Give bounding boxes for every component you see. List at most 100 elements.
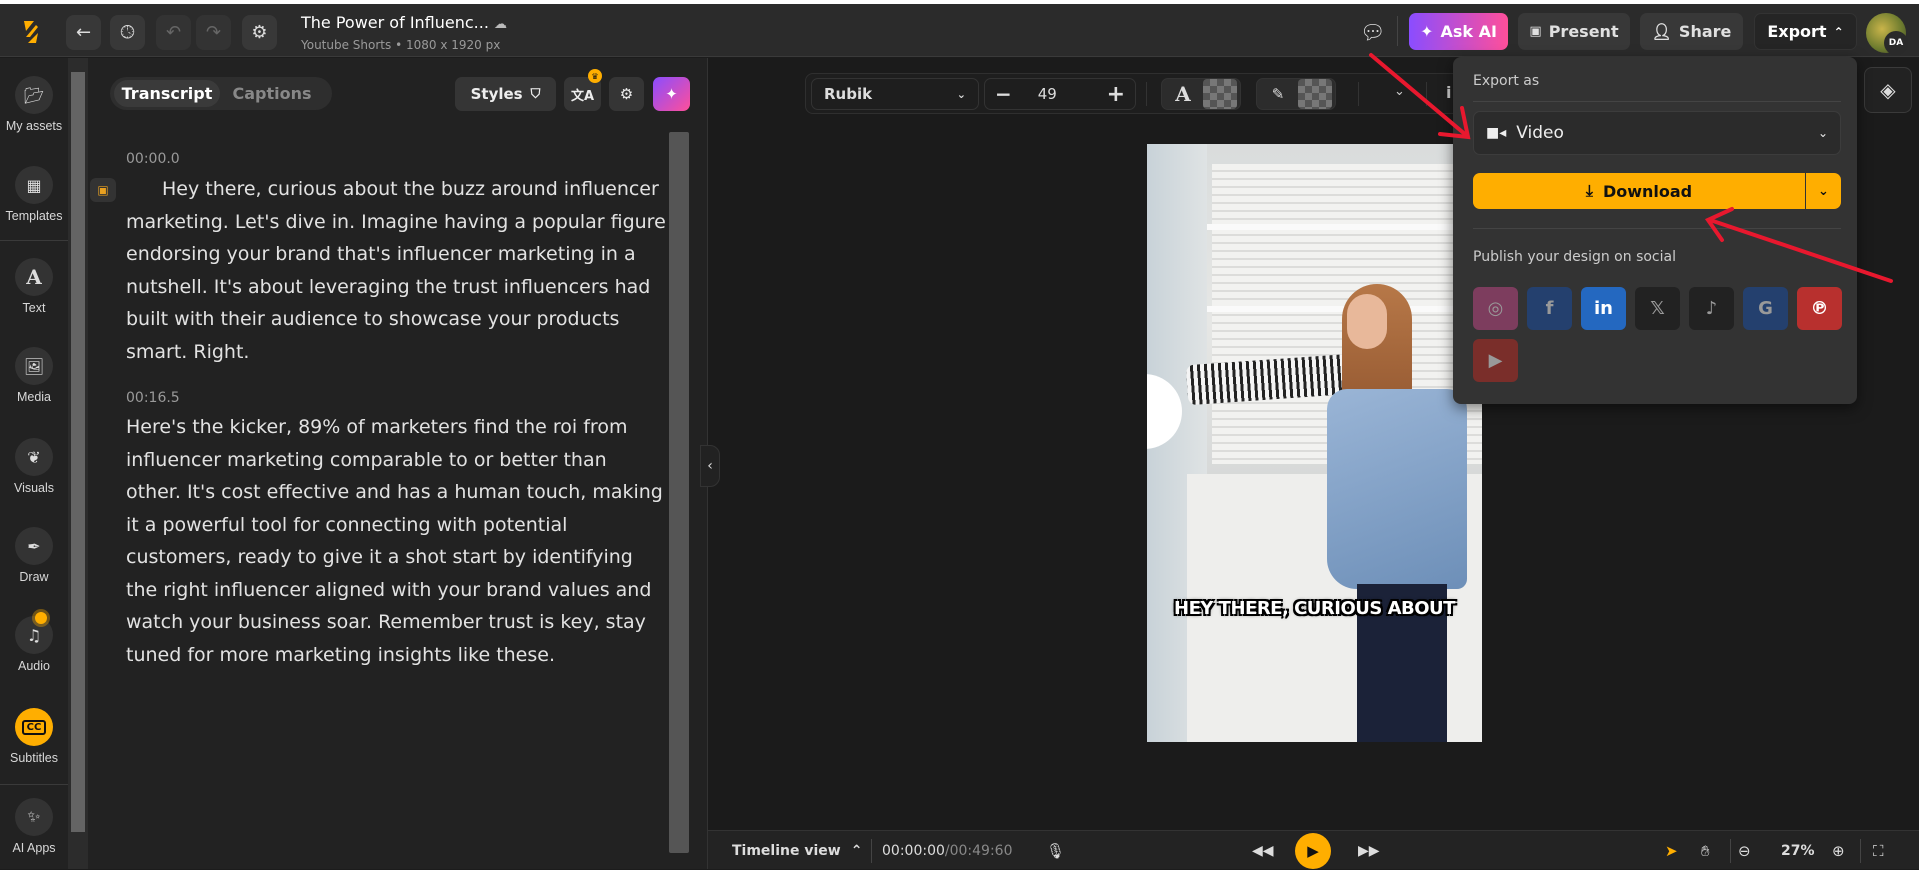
highlight-color-picker[interactable]: ✎ xyxy=(1256,78,1336,110)
video-preview[interactable]: HEY THERE, CURIOUS ABOUT xyxy=(1147,144,1482,742)
sidebar-item-media[interactable]: 🖼︎ Media xyxy=(0,347,68,404)
divider xyxy=(1473,228,1841,229)
avatar[interactable]: DA xyxy=(1866,13,1908,55)
sidebar-item-label: Visuals xyxy=(13,481,55,495)
rewind-button[interactable]: ◀◀ xyxy=(1252,831,1274,870)
sidebar-item-subtitles[interactable]: CC Subtitles xyxy=(0,708,68,765)
tiktok-button[interactable]: ♪ xyxy=(1689,287,1734,330)
facebook-icon: f xyxy=(1545,298,1554,319)
comment-icon[interactable]: 💬︎ xyxy=(1360,20,1385,44)
settings-button[interactable]: ⚙ xyxy=(242,15,277,50)
sidebar-item-text[interactable]: A Text xyxy=(0,258,68,315)
transcript-segment[interactable]: ▣ Hey there, curious about the buzz aroun… xyxy=(90,173,666,368)
clock-icon: 🕓︎ xyxy=(120,22,135,43)
segment-text: Hey there, curious about the buzz around… xyxy=(126,178,666,363)
sidebar-item-draw[interactable]: ✒ Draw xyxy=(0,527,68,584)
export-format-select[interactable]: ■◂ Video ⌄ xyxy=(1473,111,1841,155)
text-color-picker[interactable]: A xyxy=(1161,78,1241,110)
minus-icon[interactable]: − xyxy=(995,82,1012,106)
instagram-icon: ◎ xyxy=(1487,298,1504,319)
sidebar-item-audio[interactable]: ♫ Audio xyxy=(0,612,68,673)
sidebar-item-visuals[interactable]: ❦ Visuals xyxy=(0,438,68,495)
download-options-button[interactable]: ⌄ xyxy=(1806,173,1841,209)
sidebar-scrollbar-thumb[interactable] xyxy=(71,72,85,832)
facebook-button[interactable]: f xyxy=(1527,287,1572,330)
linkedin-icon: in xyxy=(1594,298,1613,319)
pen-icon: ✒ xyxy=(15,527,53,565)
image-icon[interactable]: ▣ xyxy=(90,178,116,202)
history-button[interactable]: 🕓︎ xyxy=(110,15,145,50)
font-size-value[interactable]: 49 xyxy=(1038,85,1107,103)
sidebar-item-label: Subtitles xyxy=(10,751,58,765)
time-display: 00:00:00/00:49:60 xyxy=(882,831,1012,870)
forward-button[interactable]: ▶▶ xyxy=(1358,831,1380,870)
pan-tool[interactable]: ✋︎ xyxy=(1701,831,1710,870)
sidebar-item-templates[interactable]: ▦ Templates xyxy=(0,166,68,223)
project-title[interactable]: The Power of Influenc... ☁ xyxy=(301,13,507,32)
select-tool[interactable]: ➤ xyxy=(1665,831,1678,870)
fullscreen-icon: ⛶ xyxy=(1873,841,1884,860)
transcript-scrollbar[interactable] xyxy=(669,132,689,853)
share-button[interactable]: 👤︎ Share xyxy=(1640,13,1743,50)
play-icon: ▶ xyxy=(1307,842,1319,860)
sidebar-item-my-assets[interactable]: 📂︎ My assets xyxy=(0,76,68,133)
font-size-stepper[interactable]: − 49 + xyxy=(984,78,1136,110)
publish-heading: Publish your design on social xyxy=(1473,249,1676,265)
styles-button[interactable]: Styles ⛉ xyxy=(455,77,556,111)
present-label: Present xyxy=(1548,22,1619,41)
export-button[interactable]: Export ⌃ xyxy=(1754,13,1857,50)
layers-button[interactable]: ◈ xyxy=(1864,67,1912,113)
present-button[interactable]: ▣ Present xyxy=(1518,13,1630,50)
highlighter-icon: ✎ xyxy=(1271,85,1285,103)
ask-ai-button[interactable]: ✦ Ask AI xyxy=(1409,13,1508,50)
segment-timestamp[interactable]: 00:00.0 xyxy=(126,151,180,167)
info-icon[interactable]: i xyxy=(1446,83,1451,102)
google-button[interactable]: G xyxy=(1743,287,1788,330)
linkedin-button[interactable]: in xyxy=(1581,287,1626,330)
app-logo[interactable] xyxy=(20,17,42,47)
instagram-button[interactable]: ◎ xyxy=(1473,287,1518,330)
back-button[interactable]: ← xyxy=(66,15,101,50)
templates-icon: ▦ xyxy=(15,166,53,204)
export-as-heading: Export as xyxy=(1473,73,1540,89)
pinterest-button[interactable]: ℗ xyxy=(1797,287,1842,330)
zoom-in-icon: ⊕ xyxy=(1832,841,1845,860)
zoom-level[interactable]: 27% xyxy=(1781,831,1815,870)
sidebar-item-label: Text xyxy=(22,301,46,315)
plus-icon[interactable]: + xyxy=(1107,82,1125,107)
download-button[interactable]: ⤓ Download xyxy=(1473,173,1805,209)
translate-button[interactable]: 文A ♛ xyxy=(564,69,602,111)
avatar-initials: DA xyxy=(1884,31,1908,55)
tab-transcript[interactable]: Transcript xyxy=(114,80,220,107)
zoom-in-button[interactable]: ⊕ xyxy=(1832,831,1845,870)
format-label: Video xyxy=(1516,123,1564,143)
subtitle-caption[interactable]: HEY THERE, CURIOUS ABOUT xyxy=(1147,596,1482,622)
zoom-out-button[interactable]: ⊖ xyxy=(1738,831,1751,870)
undo-button[interactable]: ↶ xyxy=(156,15,191,50)
panel-settings-button[interactable]: ⚙ xyxy=(609,77,644,111)
fullscreen-button[interactable]: ⛶ xyxy=(1873,831,1884,870)
microphone-icon[interactable]: 🎙︎ xyxy=(1046,831,1065,870)
font-family-select[interactable]: Rubik ⌄ xyxy=(811,78,979,110)
redo-button[interactable]: ↷ xyxy=(196,15,231,50)
x-button[interactable]: 𝕏 xyxy=(1635,287,1680,330)
collapse-panel-button[interactable]: ‹ xyxy=(700,445,720,487)
timeline-view-label: Timeline view xyxy=(732,842,841,859)
sparkle-icon: ✦ xyxy=(665,85,678,103)
youtube-button[interactable]: ▶ xyxy=(1473,339,1518,382)
play-button[interactable]: ▶ xyxy=(1295,833,1331,869)
chevron-down-icon[interactable]: ⌄ xyxy=(1394,84,1405,99)
shelf xyxy=(1207,224,1482,230)
transcript-segment[interactable]: Here's the kicker, 89% of marketers find… xyxy=(126,411,666,671)
panel-tabs: Transcript Captions xyxy=(110,77,332,110)
timeline-view-toggle[interactable]: Timeline view ⌃ xyxy=(732,831,862,870)
tab-captions[interactable]: Captions xyxy=(222,80,322,107)
divider xyxy=(1473,101,1841,102)
sidebar-item-ai-apps[interactable]: ✨︎ AI Apps xyxy=(0,798,68,855)
segment-timestamp[interactable]: 00:16.5 xyxy=(126,390,180,406)
ai-magic-button[interactable]: ✦ xyxy=(653,77,690,111)
font-name: Rubik xyxy=(824,85,873,103)
gear-icon: ⚙ xyxy=(619,85,634,103)
sidebar-item-label: Audio xyxy=(18,659,50,673)
title-text: The Power of Influenc... xyxy=(301,13,489,32)
